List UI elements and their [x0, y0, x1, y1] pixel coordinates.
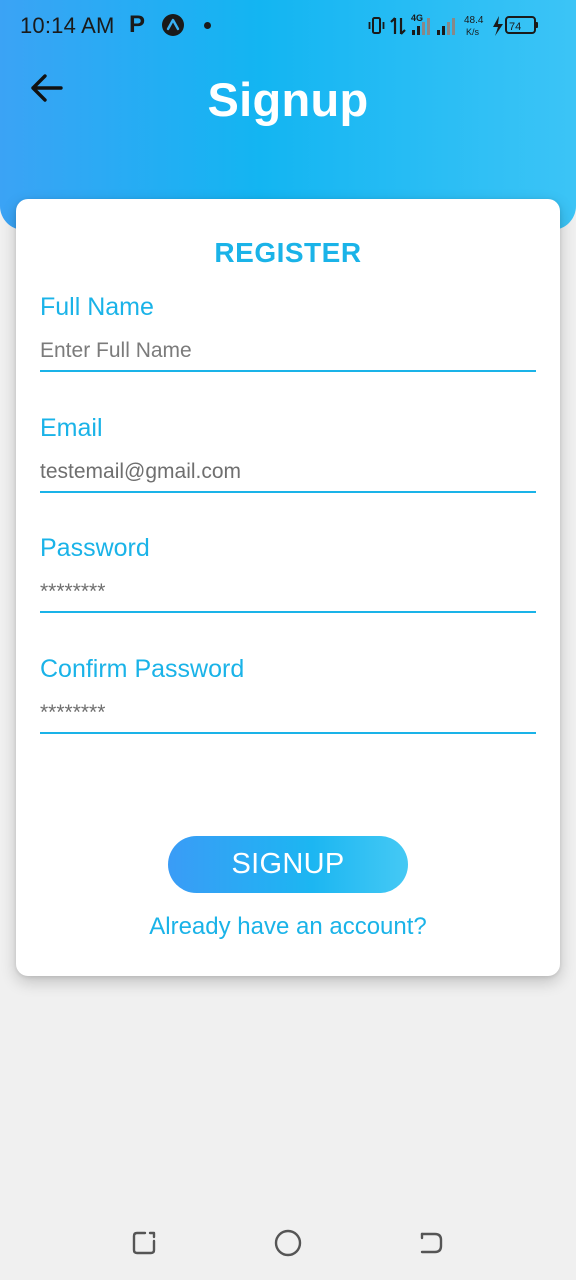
password-label: Password: [40, 534, 150, 562]
charging-icon: [493, 16, 503, 36]
system-nav-bar: [0, 1205, 576, 1280]
status-time: 10:14 AM: [20, 13, 115, 38]
confirm-password-input[interactable]: [40, 695, 536, 731]
register-card: REGISTER Full Name Email Password Confir…: [16, 199, 560, 976]
notification-app-icon: P: [129, 11, 146, 38]
battery-icon: 74: [505, 16, 538, 34]
confirm-password-label: Confirm Password: [40, 655, 245, 683]
page-title: Signup: [207, 73, 369, 126]
network-speed-unit: K/s: [466, 27, 480, 37]
home-circle-icon: [274, 1229, 302, 1257]
recent-apps-icon: [132, 1231, 156, 1255]
full-name-label: Full Name: [40, 293, 154, 321]
form-heading: REGISTER: [214, 237, 362, 268]
system-back-button[interactable]: [411, 1223, 451, 1263]
vibrate-icon: [368, 17, 385, 34]
home-button[interactable]: [268, 1223, 308, 1263]
signal-4g-icon: 4G: [411, 13, 430, 35]
password-input[interactable]: [40, 574, 536, 610]
password-underline: [40, 611, 536, 613]
login-link[interactable]: Already have an account?: [16, 913, 560, 941]
network-type: 4G: [411, 13, 423, 23]
full-name-underline: [40, 370, 536, 372]
status-bar: 10:14 AM P 4G 48.4 K/s 74: [0, 0, 576, 52]
notification-logo-icon: [162, 14, 184, 36]
signup-button[interactable]: SIGNUP: [168, 836, 408, 893]
network-speed-value: 48.4: [464, 15, 484, 26]
status-icons-group: 4G 48.4 K/s 74: [368, 13, 538, 37]
email-label: Email: [40, 414, 103, 442]
full-name-input[interactable]: [40, 333, 536, 369]
data-transfer-icon: [390, 17, 406, 35]
signal-icon: [437, 18, 455, 35]
system-back-icon: [420, 1232, 443, 1254]
notification-dot-icon: [204, 22, 211, 29]
battery-level: 74: [509, 21, 521, 33]
network-speed: 48.4 K/s: [464, 15, 484, 37]
email-input[interactable]: [40, 454, 536, 490]
recent-apps-button[interactable]: [124, 1223, 164, 1263]
email-underline: [40, 491, 536, 493]
confirm-password-underline: [40, 732, 536, 734]
